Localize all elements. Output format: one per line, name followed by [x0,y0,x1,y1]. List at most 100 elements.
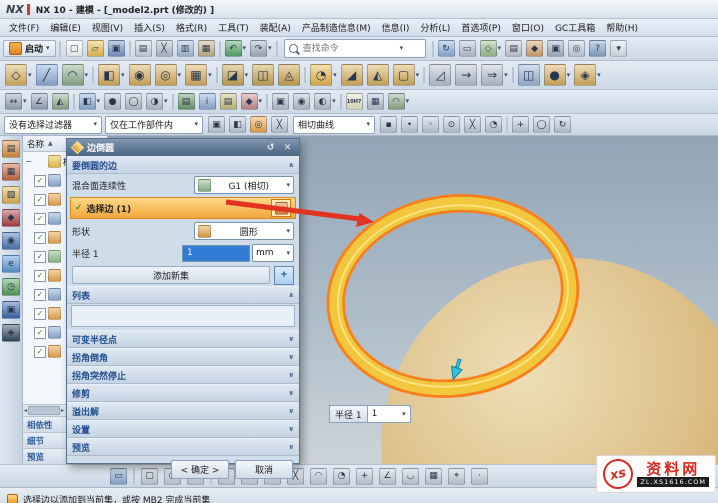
toolbar-button[interactable]: ▭ [457,39,478,58]
checkbox-icon[interactable]: ✓ [34,289,46,301]
radius-input[interactable]: 1 [182,245,250,262]
toolbar-button[interactable]: ◆ [524,39,545,58]
toolbar-button[interactable]: ↻ [552,115,573,134]
toolbar-button[interactable]: ◧ ▾ [96,63,127,87]
sidebar-tab[interactable]: ▣ [2,301,20,319]
toolbar-button[interactable]: + [354,467,375,486]
menu-item[interactable]: 格式(R) [171,20,212,35]
toolbar-button[interactable]: ● ▾ [542,63,573,87]
menu-item[interactable]: 产品制造信息(M) [297,20,376,35]
toolbar-button[interactable]: ◔ ▾ [308,63,339,87]
dialog-section-header[interactable]: 可变半径点 ∨ [67,330,299,348]
dropdown-caret-icon[interactable]: ▾ [268,45,272,52]
cancel-button[interactable]: 取消 [235,460,293,479]
ok-button[interactable]: < 确定 > [171,460,229,479]
toolbar-button[interactable] [71,93,77,111]
toolbar-button[interactable]: ▣ [206,115,227,134]
edge-select-button[interactable] [271,199,291,217]
toolbar-button[interactable] [430,40,436,58]
dialog-reset-button[interactable]: ↺ [264,141,277,154]
menu-item[interactable]: 编辑(E) [45,20,86,35]
dropdown-caret-icon[interactable]: ▾ [406,98,410,105]
menu-item[interactable]: 首选项(P) [456,20,505,35]
dialog-section-header[interactable]: 拐角倒角 ∨ [67,348,299,366]
add-new-set-button[interactable]: 添加新集 [72,266,270,284]
scroll-left-icon[interactable]: ◂ [24,407,27,414]
add-new-set-icon[interactable]: + [274,266,294,285]
toolbar-button[interactable]: ╳ [154,39,175,58]
dropdown-caret-icon[interactable]: ▾ [178,72,182,79]
toolbar-button[interactable]: ∠ [377,467,398,486]
toolbar-button[interactable]: ▣ [106,39,127,58]
dropdown-caret-icon[interactable]: ▾ [567,72,571,79]
sidebar-tab[interactable]: ▦ [2,163,20,181]
toolbar-button[interactable]: ◯ [531,115,552,134]
toolbar-button[interactable]: ◉ [291,92,312,111]
list-section-header[interactable]: 列表 ∧ [67,286,299,304]
menu-item[interactable]: GC工具箱 [550,20,600,35]
toolbar-button[interactable]: ◎ ▾ [153,63,184,87]
radius-tag-input[interactable]: 1 ▾ [368,405,411,423]
toolbar-button[interactable]: ⊙ [441,115,462,134]
scrollbar-thumb[interactable] [28,406,60,415]
checkbox-icon[interactable]: ✓ [34,194,46,206]
start-menu-button[interactable]: 启动 ▾ [3,40,56,57]
toolbar-button[interactable]: ╱ [34,63,60,87]
toolbar-button[interactable]: ◠ ▾ [60,63,91,87]
dropdown-caret-icon[interactable]: ▾ [416,72,420,79]
toolbar-button[interactable]: ◿ [427,63,453,87]
toolbar-button[interactable]: ↶ ▾ [223,39,249,58]
continuity-dropdown[interactable]: G1 (相切) ▾ [194,176,294,194]
command-search-input[interactable] [301,43,397,55]
toolbar-button[interactable]: ◪ ▾ [220,63,251,87]
select-edge-row[interactable]: ✓ 选择边 (1) [70,197,296,219]
toolbar-button[interactable]: ◇ ▾ [478,39,504,58]
dialog-section-header[interactable]: 预览 ∨ [67,438,299,456]
sidebar-tab[interactable]: ▧ [2,186,20,204]
menu-item[interactable]: 分析(L) [415,20,455,35]
dropdown-caret-icon[interactable]: ▾ [121,72,125,79]
toolbar-button[interactable]: ◫ [250,63,276,87]
toolbar-button[interactable] [338,93,344,111]
checkbox-icon[interactable]: ✓ [34,213,46,225]
toolbar-button[interactable] [170,93,176,111]
dialog-section-header[interactable]: 溢出解 ∨ [67,402,299,420]
dropdown-caret-icon[interactable]: ▾ [332,98,336,105]
sidebar-tab[interactable]: ▤ [2,140,20,158]
menu-item[interactable]: 工具(T) [213,20,254,35]
menu-item[interactable]: 装配(A) [255,20,296,35]
toolbar-button[interactable]: ∠ [29,92,50,111]
dialog-section-header[interactable]: 设置 ∨ [67,420,299,438]
sort-ascending-icon[interactable]: ▲ [48,140,53,147]
dropdown-caret-icon[interactable]: ▾ [597,72,601,79]
checkbox-icon[interactable]: ✓ [34,308,46,320]
chevron-up-icon[interactable]: ∧ [288,161,294,169]
toolbar-button[interactable]: ▢ ▾ [391,63,422,87]
toolbar-button[interactable]: ▢ [64,39,85,58]
menu-item[interactable]: 视图(V) [87,20,128,35]
checkbox-icon[interactable]: ✓ [34,327,46,339]
toolbar-button[interactable]: ◧ [227,115,248,134]
window-titlebar[interactable]: NX NX 10 - 建模 - [_model2.prt (修改的) ] [0,0,718,19]
toolbar-button[interactable]: ▦ [196,39,217,58]
toolbar-button[interactable]: ▪ [378,115,399,134]
sidebar-tab[interactable]: ◆ [2,209,20,227]
toolbar-button[interactable]: ◧ ▾ [77,92,103,111]
toolbar-button[interactable]: ▦ [423,467,444,486]
selection-scope-dropdown[interactable]: 仅在工作部件内 ▾ [105,116,203,134]
shape-dropdown[interactable]: 圆形 ▾ [194,222,294,240]
toolbar-button[interactable]: ▤ [503,39,524,58]
toolbar-button[interactable]: ▱ [85,39,106,58]
toolbar-button[interactable]: ◈ ▾ [572,63,603,87]
checkbox-icon[interactable]: ✓ [34,346,46,358]
menu-item[interactable]: 帮助(H) [601,20,643,35]
toolbar-button[interactable] [217,40,223,58]
toolbar-button[interactable]: ▥ [175,39,196,58]
checkbox-icon[interactable]: ✓ [34,175,46,187]
toolbar-button[interactable] [274,40,280,58]
dropdown-caret-icon[interactable]: ▾ [504,72,508,79]
toolbar-button[interactable]: ╳ [269,115,290,134]
toolbar-button[interactable]: ▾ [608,39,629,58]
dialog-close-button[interactable]: ✕ [281,141,294,154]
sidebar-tab[interactable]: e [2,255,20,273]
